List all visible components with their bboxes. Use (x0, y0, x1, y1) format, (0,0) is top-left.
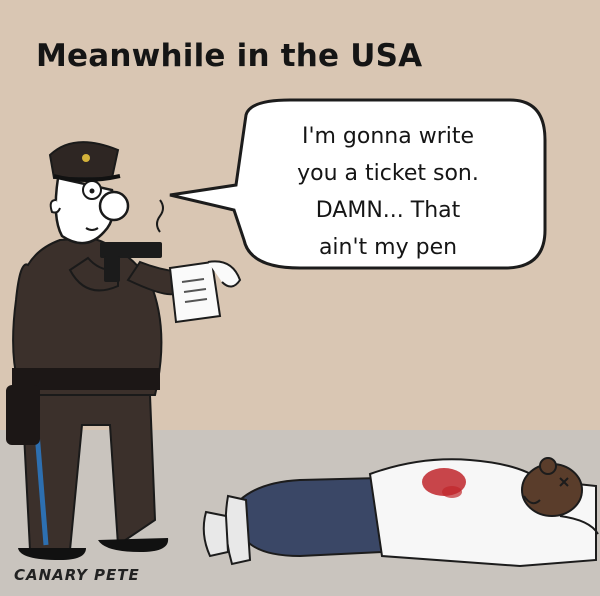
holster (6, 385, 40, 445)
fallen-man (202, 457, 599, 568)
nose (98, 190, 130, 222)
comic-illustration (6, 98, 599, 568)
gun-smoke (156, 199, 164, 233)
comic-panel: Meanwhile in the USA I'm gonna write you… (0, 0, 600, 596)
speech-bubble-text: I'm gonna write you a ticket son. DAMN..… (264, 118, 512, 266)
speech-line-1: I'm gonna write (301, 124, 475, 149)
policeman-head (48, 141, 130, 245)
speech-line-4: ain't my pen (318, 235, 458, 260)
speech-line-3: DAMN... That (315, 198, 461, 223)
ticket-paper (168, 260, 242, 324)
shoe-sole (224, 494, 252, 566)
cap-badge (82, 154, 90, 162)
right-shoe (98, 538, 169, 552)
policeman (6, 141, 242, 560)
left-shoe (18, 548, 86, 560)
artist-signature: CANARY PETE (14, 566, 140, 584)
fallen-man-head (521, 457, 583, 517)
speech-line-2: you a ticket son. (297, 161, 479, 186)
page-title: Meanwhile in the USA (36, 38, 423, 74)
